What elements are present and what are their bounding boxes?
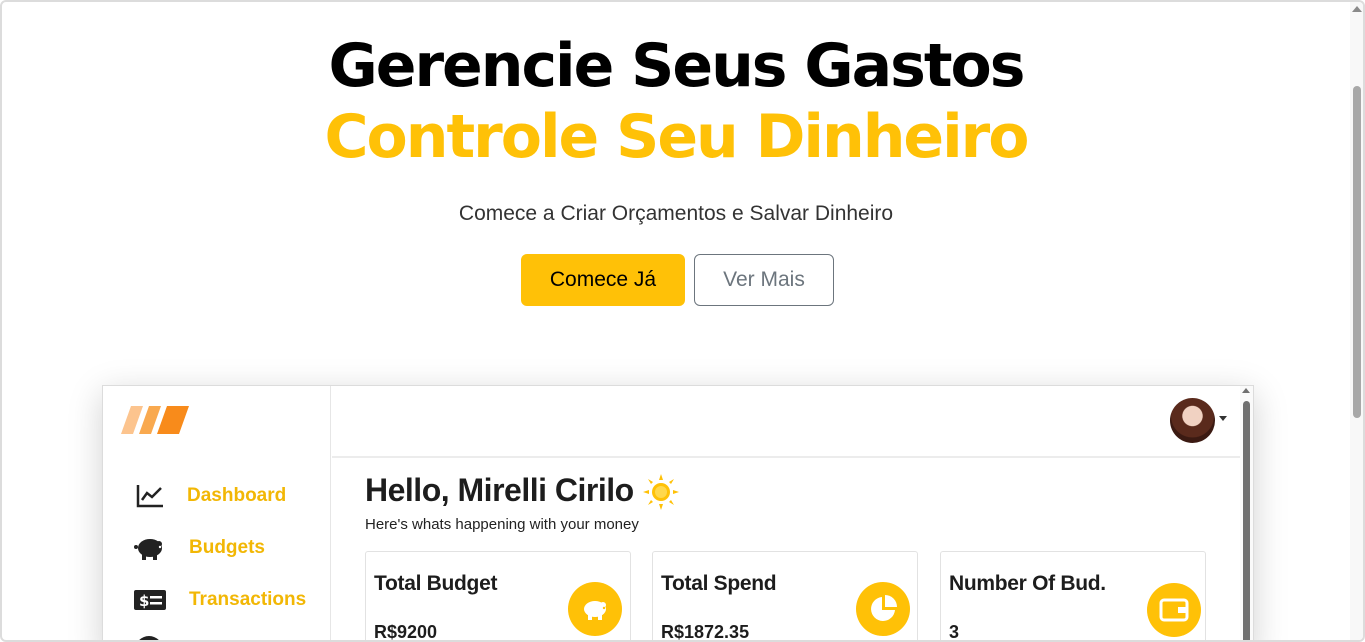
total-budget-card: Total Budget R$9200 xyxy=(365,551,631,642)
scroll-up-icon[interactable] xyxy=(1242,388,1250,393)
sidebar-item-dashboard[interactable]: Dashboard xyxy=(133,482,286,510)
card-title: Number Of Bud. xyxy=(949,572,1106,595)
sidebar-item-transactions[interactable]: $ Transactions xyxy=(133,586,306,614)
scroll-up-icon[interactable] xyxy=(1352,6,1362,12)
preview-scroll-thumb[interactable] xyxy=(1243,401,1250,640)
sidebar-item-budgets[interactable]: Budgets xyxy=(133,534,265,562)
card-value: R$9200 xyxy=(374,622,438,642)
card-value: R$1872.35 xyxy=(661,622,750,642)
money-bill-icon: $ xyxy=(133,586,167,614)
hero-title: Gerencie Seus Gastos xyxy=(328,31,1026,101)
chevron-down-icon[interactable] xyxy=(1219,416,1227,421)
total-spend-card: Total Spend R$1872.35 xyxy=(652,551,918,642)
card-title: Total Budget xyxy=(374,572,498,595)
sidebar-item-label: Dashboard xyxy=(187,485,287,506)
page-scroll-thumb[interactable] xyxy=(1353,86,1361,418)
number-of-budgets-card: Number Of Bud. 3 xyxy=(940,551,1206,642)
card-title: Total Spend xyxy=(661,572,777,595)
sidebar-more-icon xyxy=(135,636,163,640)
sun-icon xyxy=(643,474,679,510)
see-more-button[interactable]: Ver Mais xyxy=(694,254,834,306)
piggy-bank-icon xyxy=(133,534,167,562)
svg-text:$: $ xyxy=(139,592,149,610)
page: Gerencie Seus Gastos Controle Seu Dinhei… xyxy=(0,0,1365,642)
start-now-button[interactable]: Comece Já xyxy=(521,254,685,306)
wallet-icon xyxy=(1147,583,1201,637)
piggy-bank-icon xyxy=(568,582,622,636)
preview-sidebar: Dashboard Budgets $ Transactions xyxy=(103,386,331,640)
pie-chart-icon xyxy=(856,582,910,636)
hero-tagline: Comece a Criar Orçamentos e Salvar Dinhe… xyxy=(458,202,894,225)
sidebar-item-label: Transactions xyxy=(189,589,307,610)
hero-subtitle: Controle Seu Dinheiro xyxy=(324,102,1030,172)
preview-topbar xyxy=(332,386,1240,458)
avatar[interactable] xyxy=(1170,398,1215,443)
logo-icon xyxy=(121,406,189,434)
sidebar-item-label: Budgets xyxy=(189,537,265,558)
greeting-subtitle: Here's whats happening with your money xyxy=(365,516,639,533)
greeting-title: Hello, Mirelli Cirilo xyxy=(365,472,634,508)
dashboard-preview: Dashboard Budgets $ Transactions Hello, … xyxy=(102,385,1254,642)
chart-line-icon xyxy=(133,482,167,510)
card-value: 3 xyxy=(949,622,960,642)
